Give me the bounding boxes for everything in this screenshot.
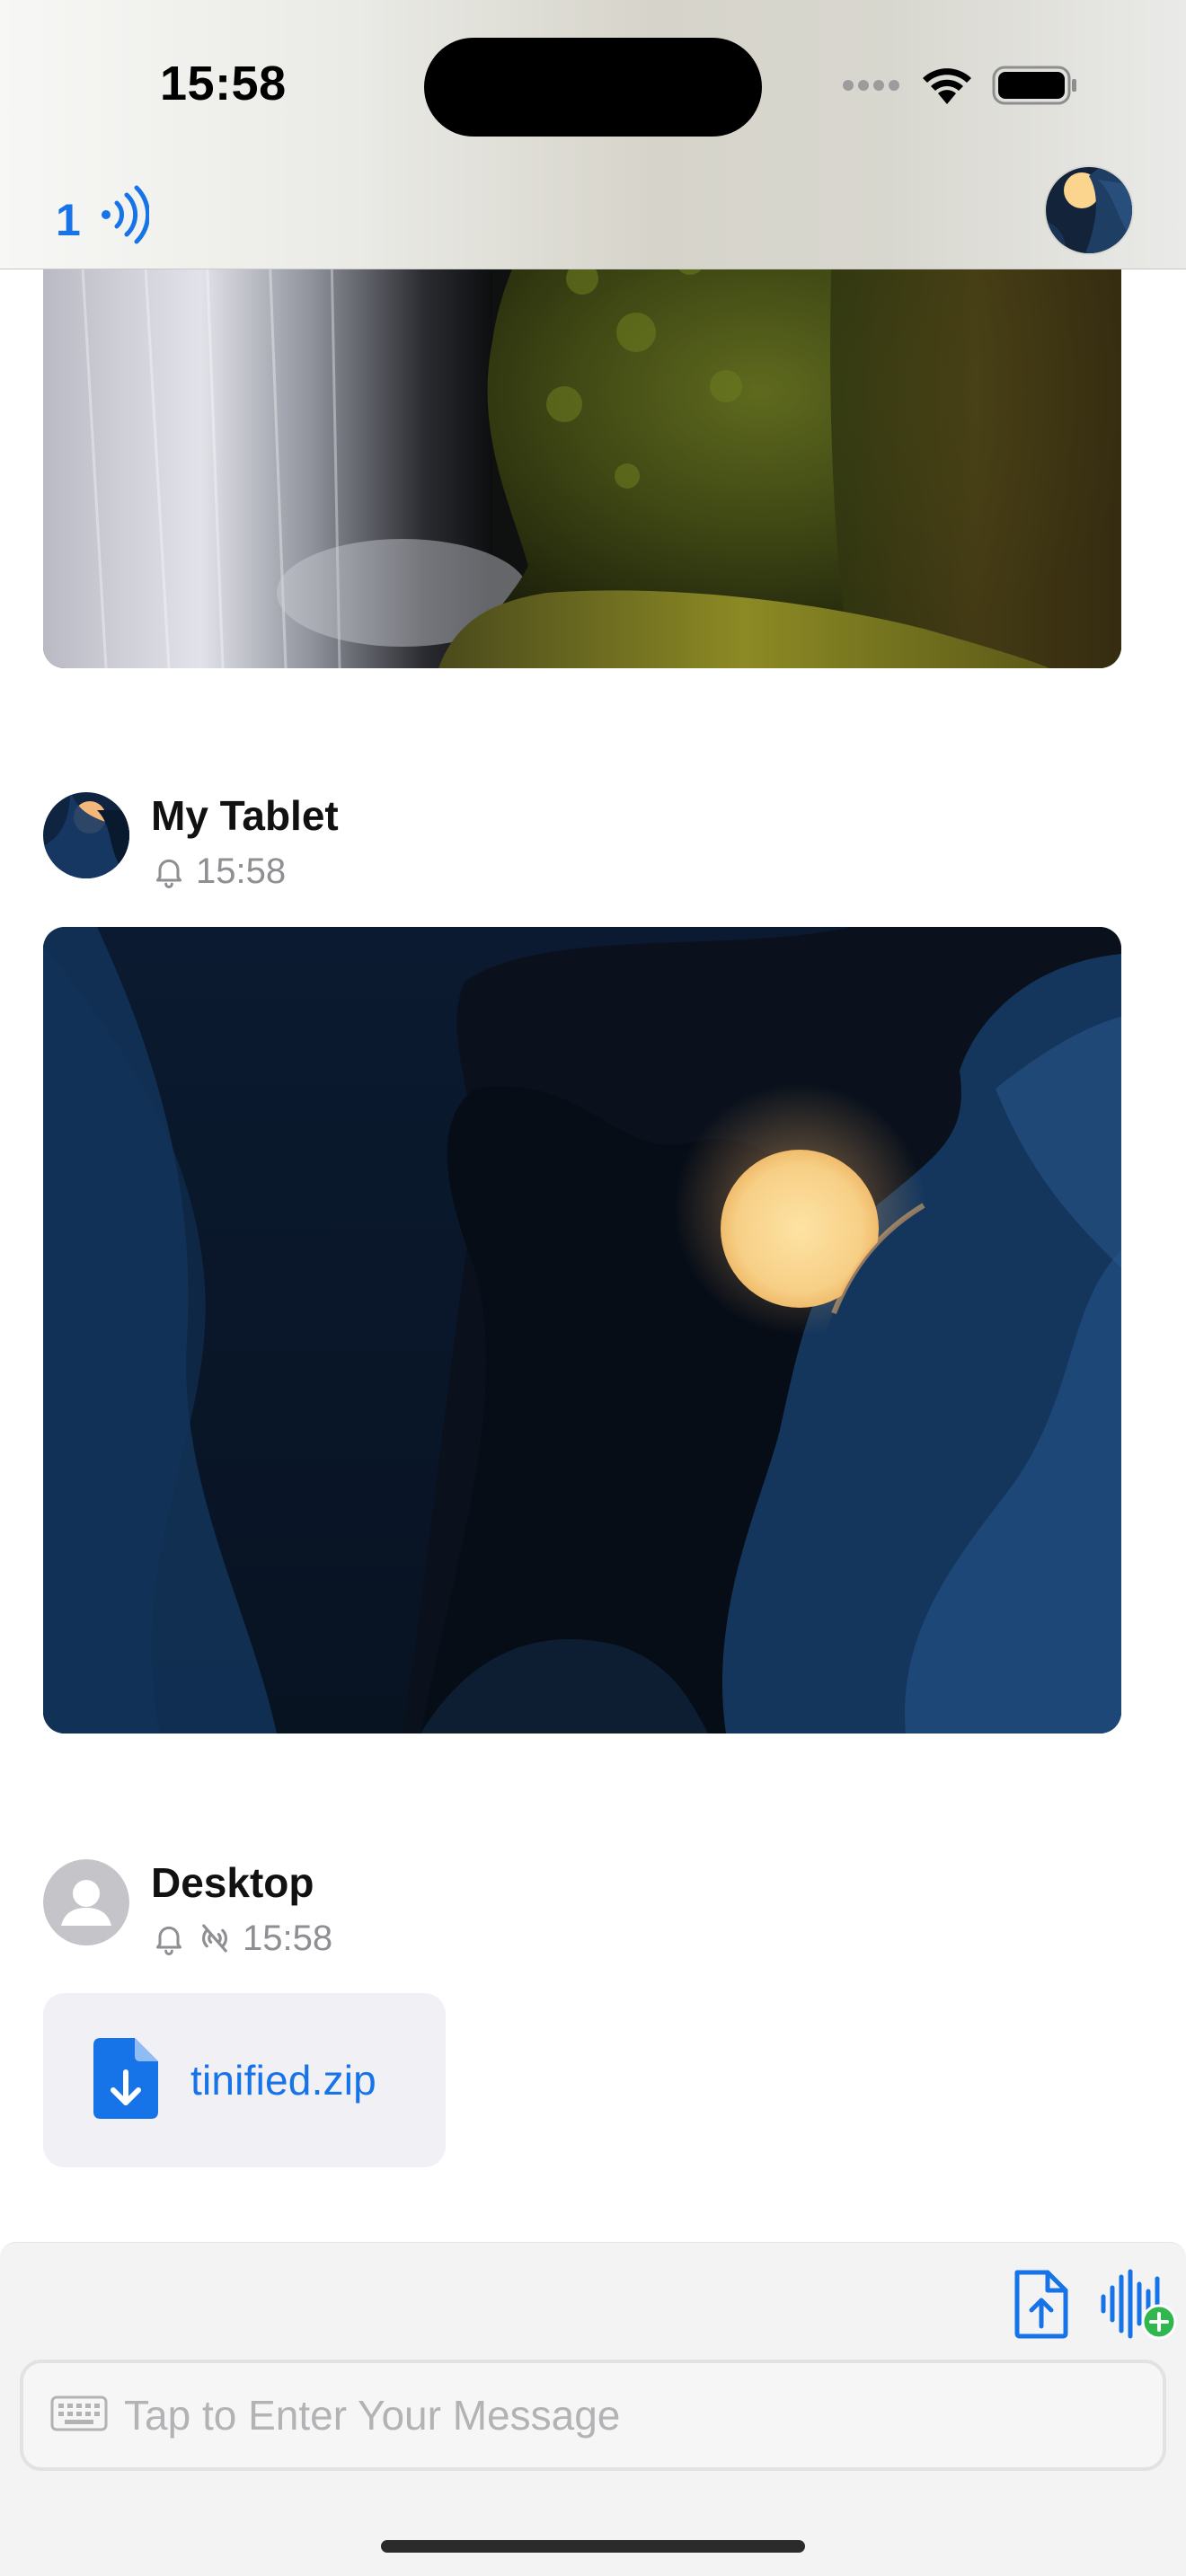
upload-file-icon[interactable] (1012, 2269, 1069, 2343)
file-attachment-bubble[interactable]: tinified.zip (43, 1993, 446, 2167)
moon-avatar-icon (43, 792, 129, 878)
voice-message-add-icon[interactable] (1098, 2268, 1177, 2344)
sender-name: Desktop (151, 1859, 314, 1906)
message-time: 15:58 (243, 1919, 333, 1958)
composer-actions (1012, 2268, 1177, 2344)
app-root: My Tablet 15:58 Desktop 15:58 tinified.z… (0, 0, 1186, 2576)
default-user-avatar-icon (43, 1859, 129, 1945)
message-sender-row: Desktop 15:58 (43, 1859, 332, 1960)
cellular-dots-icon (841, 78, 902, 97)
connected-devices-indicator[interactable]: 1 (56, 185, 150, 255)
message-meta: 15:58 (151, 850, 339, 893)
waterfall-photo (43, 207, 1121, 668)
status-bar-icons (841, 65, 1078, 110)
offline-broadcast-icon (196, 1919, 234, 1957)
file-download-icon (93, 2037, 158, 2123)
night-landscape-image (43, 927, 1121, 1734)
message-image-night-landscape[interactable] (43, 927, 1121, 1734)
message-sender-row: My Tablet 15:58 (43, 792, 339, 893)
message-composer (0, 2242, 1186, 2576)
home-indicator[interactable] (381, 2540, 805, 2553)
keyboard-icon[interactable] (50, 2395, 108, 2436)
top-navigation-bar: 15:58 1 (0, 0, 1186, 269)
battery-icon (992, 66, 1078, 110)
message-input[interactable] (124, 2391, 1112, 2439)
message-image-waterfall[interactable] (43, 207, 1121, 668)
message-time: 15:58 (196, 851, 287, 891)
dynamic-island (424, 38, 762, 137)
avatar[interactable] (43, 792, 129, 878)
moon-avatar-icon (1046, 167, 1132, 253)
message-input-field[interactable] (20, 2360, 1166, 2471)
profile-avatar-button[interactable] (1046, 167, 1132, 253)
sender-name: My Tablet (151, 792, 339, 839)
bell-icon (151, 1920, 187, 1956)
broadcast-icon (99, 185, 150, 255)
bell-icon (151, 853, 187, 889)
file-name: tinified.zip (190, 2057, 376, 2104)
status-bar-time: 15:58 (160, 57, 287, 110)
connected-count: 1 (56, 195, 81, 245)
wifi-icon (920, 65, 974, 110)
message-meta: 15:58 (151, 1917, 332, 1960)
avatar[interactable] (43, 1859, 129, 1945)
